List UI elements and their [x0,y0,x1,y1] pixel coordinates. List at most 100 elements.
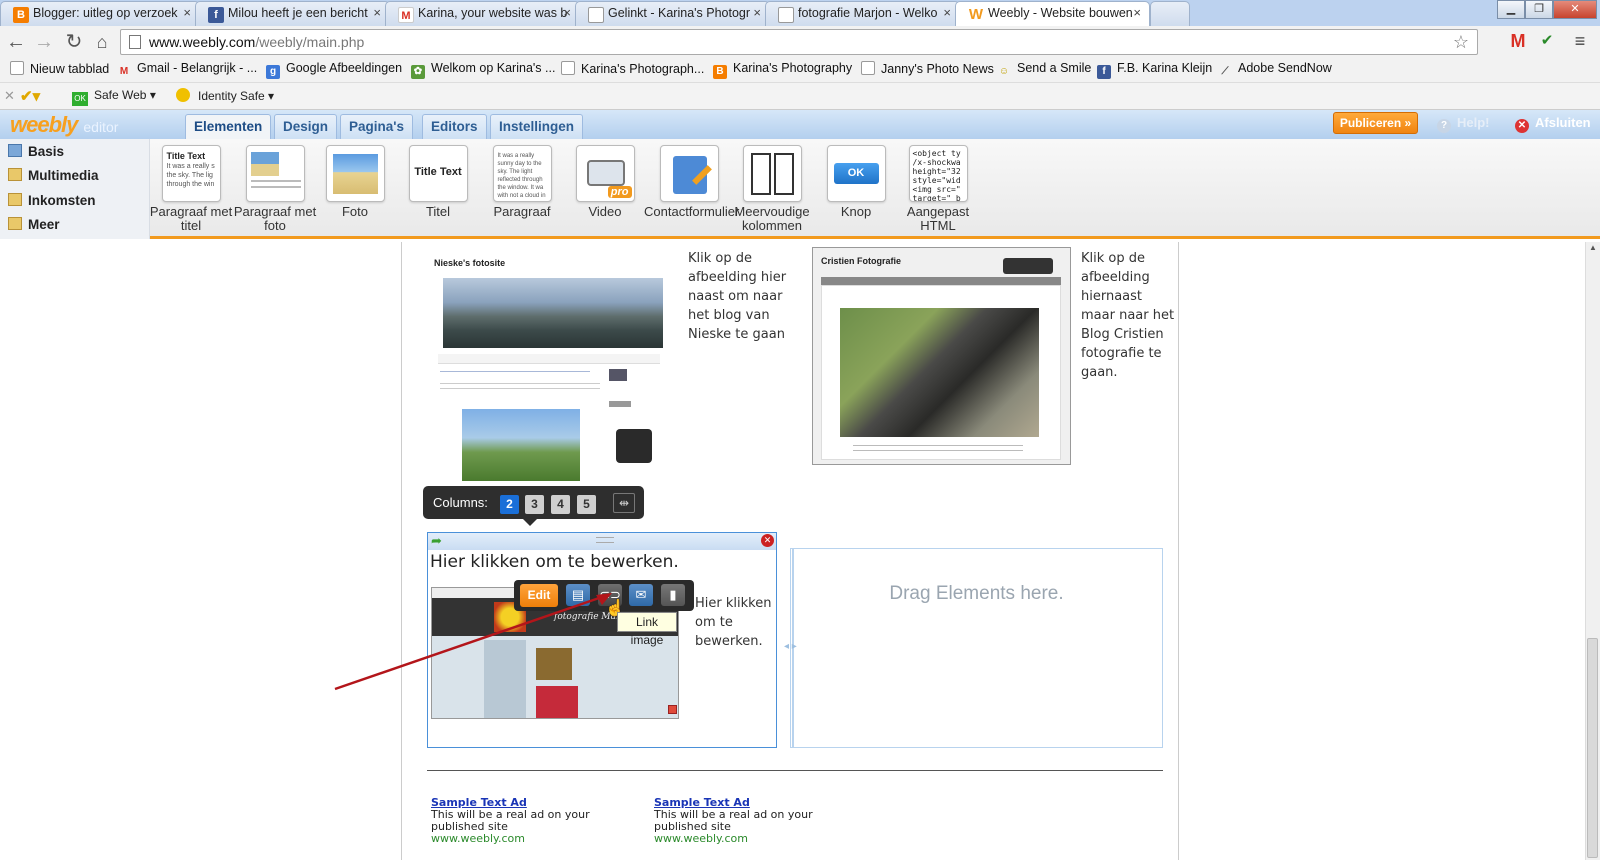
browser-tab[interactable]: M Karina, your website was b × [385,1,580,26]
scroll-up-icon[interactable]: ▲ [1589,243,1597,252]
columns-4-button[interactable]: 4 [551,495,570,514]
close-editor-link[interactable]: ✕ Afsluiten [1515,115,1591,133]
edit-side-text[interactable]: Hier klikken om te bewerken. [695,594,775,651]
tab-title: Karina, your website was b [418,6,568,20]
bookmark[interactable]: ✿ Welkom op Karina's ... [411,61,555,79]
home-icon[interactable]: ⌂ [90,30,114,54]
category-basis[interactable]: Basis [8,144,64,159]
element-button[interactable]: OK Knop [811,145,901,219]
element-title[interactable]: Title Text Titel [393,145,483,219]
restore-icon[interactable]: ❐ [1525,0,1553,19]
split-columns-icon[interactable]: ⇹ [613,493,635,513]
folder-icon [8,144,22,157]
norton-check-icon[interactable]: ✔▾ [20,87,40,105]
bookmark[interactable]: f F.B. Karina Kleijn [1097,61,1212,79]
bookmark[interactable]: g Google Afbeeldingen [266,61,402,79]
bookmark[interactable]: Karina's Photograph... [561,61,704,76]
minimize-icon[interactable]: ▁ [1497,0,1525,19]
nieske-blog-image[interactable]: Nieske's fotosite [428,251,665,481]
nieske-caption: Klik op de afbeelding hier naast om naar… [688,251,787,342]
edit-heading[interactable]: Hier klikken om te bewerken. [430,552,679,572]
browser-tab[interactable]: Gelinkt - Karina's Photogr × [575,1,770,26]
element-photo[interactable]: Foto [310,145,400,219]
element-thumbnail: pro [575,145,635,202]
close-icon[interactable]: × [373,5,381,20]
help-icon: ? [1437,119,1451,133]
weebly-icon: W [968,6,984,23]
bookmark[interactable]: Janny's Photo News [861,61,994,76]
element-thumbnail: Title Text It was a really s the sky. Th… [161,145,221,202]
scrollbar-thumb[interactable] [1587,638,1598,858]
browser-tab-active[interactable]: W Weebly - Website bouwen × [955,1,1150,27]
back-icon[interactable]: ← [4,30,28,54]
norton-icon[interactable]: ✔ [1537,31,1557,51]
columns-3-button[interactable]: 3 [525,495,544,514]
tab-elementen[interactable]: Elementen [185,114,272,139]
tab-instellingen[interactable]: Instellingen [490,114,584,139]
element-multi-columns[interactable]: Meervoudige kolommen [727,145,817,233]
help-link[interactable]: ? Help! [1437,115,1490,133]
gmail-icon[interactable]: M [1508,31,1528,51]
drag-handle-icon[interactable] [596,537,614,543]
browser-tab[interactable]: f Milou heeft je een bericht × [195,1,390,26]
drop-zone[interactable]: Drag Elements here. [790,548,1163,748]
element-video[interactable]: pro Video [560,145,650,219]
bookmark[interactable]: ☺ Send a Smile [997,61,1091,79]
cristien-blog-image[interactable]: Cristien Fotografie [812,247,1071,465]
tab-paginas[interactable]: Pagina's [340,114,413,139]
element-paragraph[interactable]: It was a really sunny day to the sky. Th… [477,145,567,219]
browser-tab[interactable]: B Blogger: uitleg op verzoek × [0,1,200,26]
caption-icon[interactable]: ✉ [629,584,653,606]
close-icon[interactable]: ✕ [4,88,15,104]
annotation-arrow [334,593,612,691]
block-handle-bar[interactable]: ➦ ✕ [428,533,776,550]
column-resize-arrows-icon[interactable]: ◂ ▸ [784,641,797,652]
tab-editors[interactable]: Editors [422,114,487,139]
sample-text-ad[interactable]: Sample Text Ad This will be a real ad on… [431,797,606,845]
close-icon[interactable]: × [943,5,951,20]
move-arrow-icon[interactable]: ➦ [431,533,442,549]
tab-design[interactable]: Design [274,114,338,139]
forward-icon[interactable]: → [32,30,56,54]
category-meer[interactable]: Meer [8,217,60,232]
star-icon[interactable]: ☆ [1453,30,1469,54]
new-tab-button[interactable] [1150,1,1190,26]
tab-title: Milou heeft je een bericht [228,6,368,20]
reload-icon[interactable]: ↻ [62,30,86,54]
close-window-icon[interactable]: ✕ [1553,0,1597,19]
cristien-caption: Klik op de afbeelding hiernaast maar naa… [1081,251,1175,380]
lock-icon [176,88,190,102]
browser-tab[interactable]: fotografie Marjon - Welko × [765,1,960,26]
element-thumbnail [325,145,385,202]
close-icon[interactable]: × [753,5,761,20]
bookmark[interactable]: B Karina's Photography [713,61,852,79]
element-paragraph-with-photo[interactable]: Paragraaf met foto [230,145,320,233]
bookmark[interactable]: ⟋ Adobe SendNow [1218,61,1332,79]
page-icon [561,61,575,75]
close-icon[interactable]: × [1133,5,1141,20]
category-inkomsten[interactable]: Inkomsten [8,193,96,208]
publish-button[interactable]: Publiceren » [1333,112,1418,134]
close-icon[interactable]: × [563,5,571,20]
safe-web-button[interactable]: OK Safe Web ▾ [72,88,156,106]
menu-icon[interactable]: ≡ [1570,31,1590,51]
close-icon[interactable]: × [183,5,191,20]
video-camera-icon [586,160,625,186]
element-contact-form[interactable]: Contactformulier [644,145,739,219]
columns-5-button[interactable]: 5 [577,495,596,514]
category-multimedia[interactable]: Multimedia [8,168,99,183]
trash-icon[interactable]: ▮ [661,584,685,606]
address-bar[interactable]: www.weebly.com/weebly/main.php ☆ [120,29,1478,55]
bookmark[interactable]: M Gmail - Belangrijk - ... [117,61,257,79]
delete-block-icon[interactable]: ✕ [761,534,774,547]
bookmark[interactable]: Nieuw tabblad [10,61,109,76]
element-thumbnail: OK [826,145,886,202]
tab-title: Gelinkt - Karina's Photogr [608,6,751,20]
columns-2-button[interactable]: 2 [500,495,519,514]
gmail-icon: M [398,7,414,23]
resize-handle[interactable] [668,705,677,714]
identity-safe-button[interactable]: Identity Safe ▾ [176,88,274,103]
sample-text-ad[interactable]: Sample Text Ad This will be a real ad on… [654,797,829,845]
element-custom-html[interactable]: <object ty /x-shockwa height="32 style="… [893,145,983,233]
element-paragraph-with-title[interactable]: Title Text It was a really s the sky. Th… [146,145,236,233]
